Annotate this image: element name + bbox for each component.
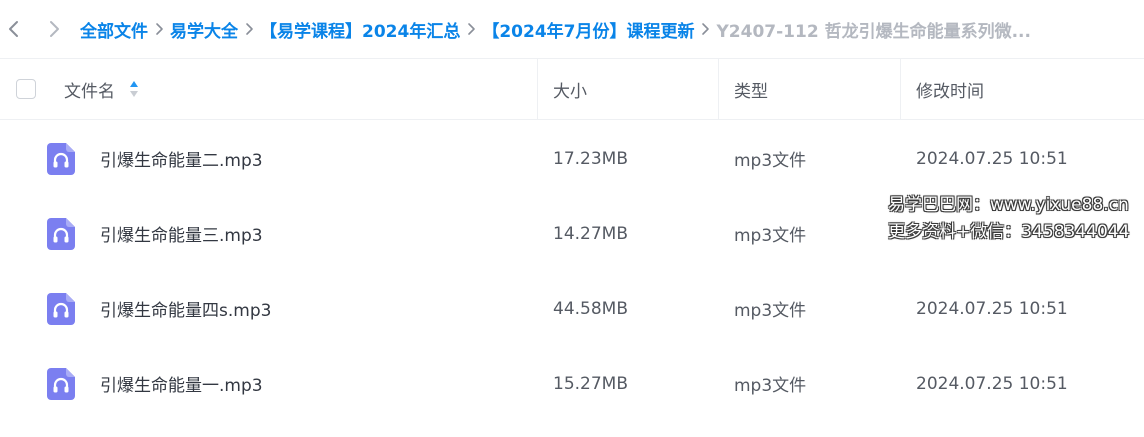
table-header: 文件名 大小 类型 修改时间: [0, 58, 1144, 120]
breadcrumb-item-july-update[interactable]: 【2024年7月份】课程更新: [482, 17, 694, 42]
column-header-modified[interactable]: 修改时间: [900, 59, 1144, 119]
file-size: 17.23MB: [553, 148, 628, 169]
table-row[interactable]: 引爆生命能量一.mp3 15.27MB mp3文件 2024.07.25 10:…: [0, 346, 1144, 421]
table-row[interactable]: 引爆生命能量四s.mp3 44.58MB mp3文件 2024.07.25 10…: [0, 271, 1144, 346]
audio-file-icon: [47, 218, 75, 250]
chevron-right-icon: [240, 22, 258, 36]
breadcrumb: 全部文件 易学大全 【易学课程】2024年汇总 【2024年7月份】课程更新 Y…: [80, 17, 1144, 42]
column-header-size[interactable]: 大小: [537, 59, 718, 119]
audio-file-icon: [47, 368, 75, 400]
file-modified: 2024.07.25 10:51: [916, 298, 1068, 319]
watermark: 易学巴巴网：www.yixue88.cn 更多资料+微信：3458344044: [888, 192, 1138, 246]
breadcrumb-item-yixue-daquan[interactable]: 易学大全: [170, 17, 238, 42]
forward-button[interactable]: [34, 0, 74, 58]
breadcrumb-item-2024-summary[interactable]: 【易学课程】2024年汇总: [260, 17, 460, 42]
file-name[interactable]: 引爆生命能量四s.mp3: [100, 271, 271, 346]
file-name[interactable]: 引爆生命能量二.mp3: [100, 121, 263, 196]
breadcrumb-current-folder: Y2407-112 哲龙引爆生命能量系列微...: [716, 21, 1031, 42]
chevron-right-icon: [50, 21, 59, 37]
select-all-cell: [16, 59, 56, 119]
file-name[interactable]: 引爆生命能量三.mp3: [100, 196, 263, 271]
audio-file-icon: [47, 143, 75, 175]
column-header-name-label: 文件名: [64, 81, 115, 102]
file-type: mp3文件: [734, 376, 807, 396]
column-header-type[interactable]: 类型: [718, 59, 900, 119]
file-name[interactable]: 引爆生命能量一.mp3: [100, 346, 263, 421]
file-size: 14.27MB: [553, 223, 628, 244]
chevron-left-icon: [9, 21, 18, 37]
file-modified: 2024.07.25 10:51: [916, 148, 1068, 169]
sort-icon[interactable]: [129, 80, 139, 98]
chevron-right-icon: [696, 22, 714, 36]
breadcrumb-bar: 全部文件 易学大全 【易学课程】2024年汇总 【2024年7月份】课程更新 Y…: [0, 0, 1144, 58]
file-modified: 2024.07.25 10:51: [916, 373, 1068, 394]
breadcrumb-item-all-files[interactable]: 全部文件: [80, 17, 148, 42]
audio-file-icon: [47, 293, 75, 325]
file-size: 44.58MB: [553, 298, 628, 319]
file-browser: 全部文件 易学大全 【易学课程】2024年汇总 【2024年7月份】课程更新 Y…: [0, 0, 1144, 437]
watermark-line-contact: 更多资料+微信：3458344044: [888, 222, 1130, 242]
chevron-right-icon: [462, 22, 480, 36]
column-header-size-label: 大小: [553, 81, 587, 102]
file-size: 15.27MB: [553, 373, 628, 394]
select-all-checkbox[interactable]: [16, 79, 36, 99]
watermark-line-site: 易学巴巴网：www.yixue88.cn: [888, 195, 1129, 215]
file-type: mp3文件: [734, 226, 807, 246]
back-button[interactable]: [0, 0, 34, 58]
column-header-type-label: 类型: [734, 81, 768, 102]
file-type: mp3文件: [734, 301, 807, 321]
chevron-right-icon: [150, 22, 168, 36]
table-row[interactable]: 引爆生命能量二.mp3 17.23MB mp3文件 2024.07.25 10:…: [0, 121, 1144, 196]
column-header-modified-label: 修改时间: [916, 81, 984, 102]
file-type: mp3文件: [734, 151, 807, 171]
column-header-name[interactable]: 文件名: [64, 59, 537, 119]
